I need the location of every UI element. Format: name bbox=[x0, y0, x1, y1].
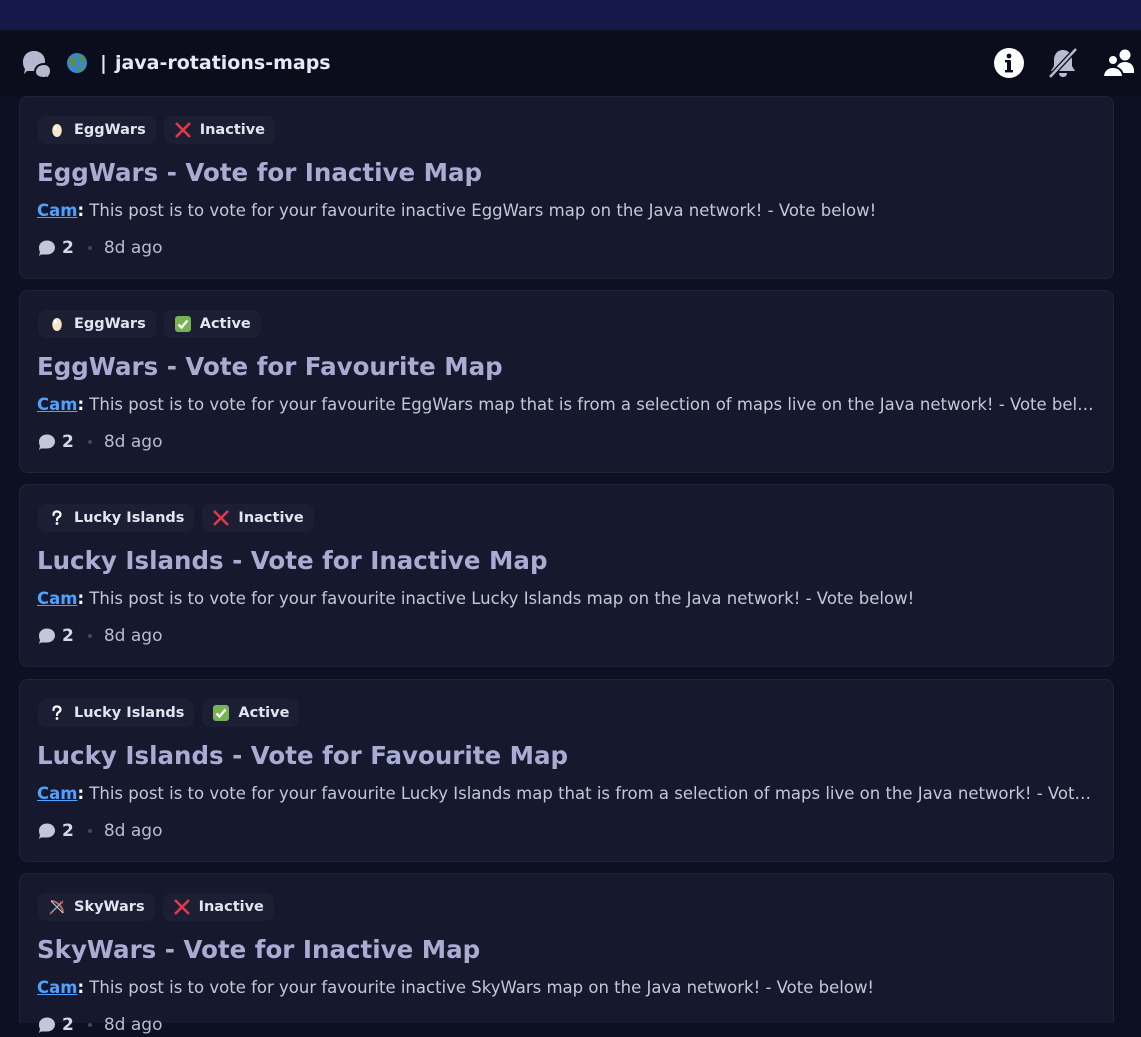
check-mark-icon bbox=[174, 315, 192, 333]
comment-bubble-icon bbox=[38, 433, 56, 451]
cross-mark-icon bbox=[174, 121, 192, 139]
post-preview: Cam: This post is to vote for your favou… bbox=[37, 394, 1099, 416]
tag-active[interactable]: Active bbox=[202, 699, 300, 727]
comment-count: 2 bbox=[62, 238, 74, 258]
post-age: 8d ago bbox=[103, 1015, 163, 1035]
post-tags: Lucky Islands Inactive bbox=[38, 504, 322, 532]
post-title: EggWars - Vote for Inactive Map bbox=[37, 158, 483, 187]
tag-label: Inactive bbox=[198, 899, 264, 915]
author-link[interactable]: Cam bbox=[37, 589, 77, 608]
egg-icon bbox=[48, 121, 66, 139]
check-mark-icon bbox=[212, 704, 230, 722]
tag-label: SkyWars bbox=[74, 899, 145, 915]
post-preview: Cam: This post is to vote for your favou… bbox=[37, 977, 1099, 999]
post-meta: 2 8d ago bbox=[38, 1013, 162, 1037]
tag-inactive[interactable]: Inactive bbox=[162, 893, 274, 921]
comment-bubble-icon bbox=[38, 239, 56, 257]
post-card[interactable]: Lucky Islands Active Lucky Islands - Vot… bbox=[19, 679, 1114, 862]
tag-active[interactable]: Active bbox=[163, 310, 261, 338]
notification-settings-button[interactable] bbox=[1046, 46, 1080, 80]
tag-inactive[interactable]: Inactive bbox=[202, 504, 314, 532]
members-icon bbox=[1102, 49, 1134, 78]
post-tags: EggWars Active bbox=[38, 310, 269, 338]
post-card[interactable]: EggWars Active EggWars - Vote for Favour… bbox=[19, 290, 1114, 473]
preview-text: This post is to vote for your favourite … bbox=[84, 589, 915, 608]
info-icon bbox=[994, 48, 1024, 78]
comment-count: 2 bbox=[62, 821, 74, 841]
comment-bubble-icon bbox=[38, 822, 56, 840]
tag-lucky-islands[interactable]: Lucky Islands bbox=[38, 504, 195, 532]
top-bar bbox=[0, 0, 1141, 30]
channel-header: | java-rotations-maps bbox=[0, 30, 1141, 96]
tag-label: Inactive bbox=[238, 510, 304, 526]
question-mark-icon bbox=[48, 509, 66, 527]
preview-text: This post is to vote for your favourite … bbox=[84, 784, 1099, 803]
comment-count: 2 bbox=[62, 626, 74, 646]
meta-separator-dot bbox=[87, 829, 92, 833]
tag-skywars[interactable]: SkyWars bbox=[38, 893, 155, 921]
info-button[interactable] bbox=[992, 46, 1026, 80]
cross-mark-icon bbox=[173, 898, 191, 916]
post-title: SkyWars - Vote for Inactive Map bbox=[37, 935, 481, 964]
tag-lucky-islands[interactable]: Lucky Islands bbox=[38, 699, 195, 727]
author-link[interactable]: Cam bbox=[37, 784, 77, 803]
tag-label: Inactive bbox=[199, 122, 266, 138]
meta-separator-dot bbox=[87, 1023, 92, 1027]
author-link[interactable]: Cam bbox=[37, 978, 77, 997]
tag-label: EggWars bbox=[74, 122, 146, 138]
title-separator: | bbox=[100, 52, 107, 74]
post-meta: 2 8d ago bbox=[38, 236, 162, 260]
members-list-button[interactable] bbox=[1102, 46, 1136, 80]
comment-bubble-icon bbox=[38, 627, 56, 645]
tag-inactive[interactable]: Inactive bbox=[163, 116, 276, 144]
tag-label: EggWars bbox=[74, 316, 146, 332]
post-card[interactable]: Lucky Islands Inactive Lucky Islands - V… bbox=[19, 484, 1114, 667]
post-age: 8d ago bbox=[103, 432, 163, 452]
channel-title: | java-rotations-maps bbox=[100, 50, 331, 76]
comment-bubble-icon bbox=[38, 1016, 56, 1034]
bell-off-icon bbox=[1048, 47, 1078, 79]
author-link[interactable]: Cam bbox=[37, 395, 77, 414]
cross-mark-icon bbox=[212, 509, 230, 527]
post-meta: 2 8d ago bbox=[38, 624, 162, 648]
meta-separator-dot bbox=[87, 246, 92, 250]
post-title: EggWars - Vote for Favourite Map bbox=[37, 352, 503, 381]
forum-icon bbox=[20, 48, 53, 81]
tag-label: Active bbox=[199, 316, 251, 332]
post-age: 8d ago bbox=[103, 238, 163, 258]
egg-icon bbox=[48, 315, 66, 333]
post-card[interactable]: EggWars Inactive EggWars - Vote for Inac… bbox=[19, 96, 1114, 279]
meta-separator-dot bbox=[87, 634, 92, 638]
post-tags: Lucky Islands Active bbox=[38, 699, 307, 727]
post-card[interactable]: SkyWars Inactive SkyWars - Vote for Inac… bbox=[19, 873, 1114, 1035]
comment-count: 2 bbox=[62, 1015, 74, 1035]
preview-text: This post is to vote for your favourite … bbox=[84, 395, 1099, 414]
post-meta: 2 8d ago bbox=[38, 430, 162, 454]
post-age: 8d ago bbox=[103, 626, 163, 646]
tag-eggwars[interactable]: EggWars bbox=[38, 310, 156, 338]
question-mark-icon bbox=[48, 704, 66, 722]
post-age: 8d ago bbox=[103, 821, 163, 841]
preview-text: This post is to vote for your favourite … bbox=[84, 201, 877, 220]
preview-text: This post is to vote for your favourite … bbox=[84, 978, 875, 997]
tag-eggwars[interactable]: EggWars bbox=[38, 116, 156, 144]
bow-and-arrow-icon bbox=[48, 898, 66, 916]
tag-label: Lucky Islands bbox=[74, 510, 185, 526]
post-tags: EggWars Inactive bbox=[38, 116, 283, 144]
globe-icon bbox=[66, 52, 88, 74]
tag-label: Lucky Islands bbox=[74, 705, 185, 721]
channel-name: java-rotations-maps bbox=[114, 52, 331, 74]
post-title: Lucky Islands - Vote for Inactive Map bbox=[37, 546, 548, 575]
post-preview: Cam: This post is to vote for your favou… bbox=[37, 200, 1099, 222]
tag-label: Active bbox=[238, 705, 290, 721]
post-preview: Cam: This post is to vote for your favou… bbox=[37, 588, 1099, 610]
author-link[interactable]: Cam bbox=[37, 201, 77, 220]
post-meta: 2 8d ago bbox=[38, 819, 162, 843]
post-preview: Cam: This post is to vote for your favou… bbox=[37, 783, 1099, 805]
post-tags: SkyWars Inactive bbox=[38, 893, 282, 921]
post-title: Lucky Islands - Vote for Favourite Map bbox=[37, 741, 569, 770]
meta-separator-dot bbox=[87, 440, 92, 444]
comment-count: 2 bbox=[62, 432, 74, 452]
